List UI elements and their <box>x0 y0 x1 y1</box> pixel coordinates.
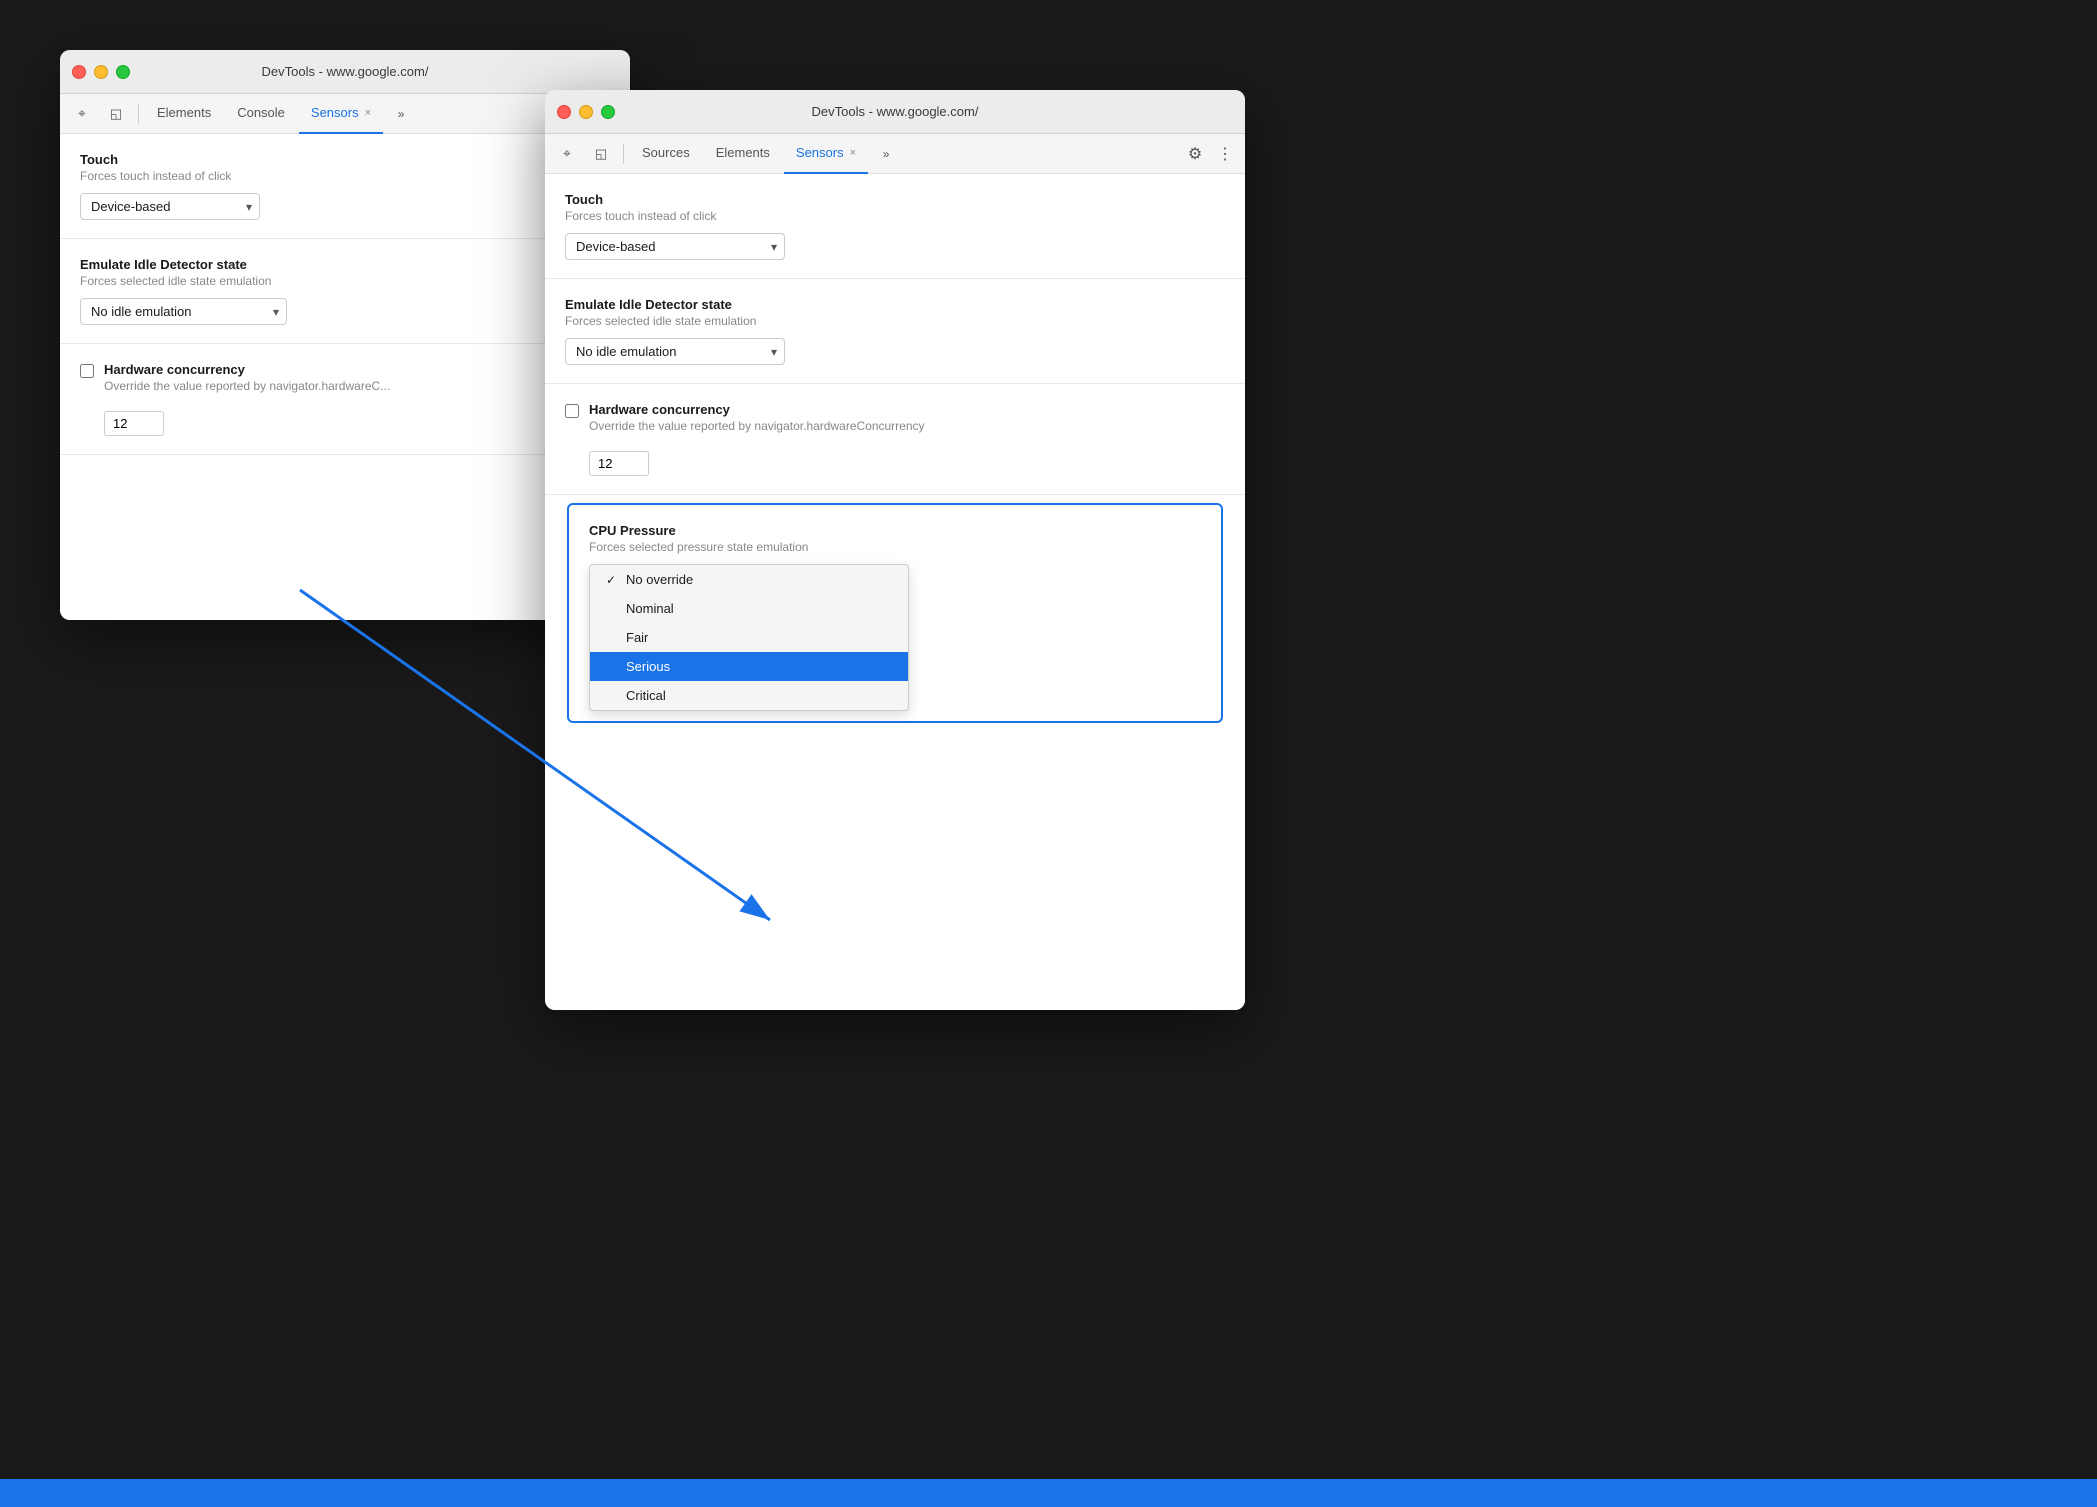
minimize-button-2[interactable] <box>579 105 593 119</box>
inspect-icon-btn-2[interactable]: ◱ <box>585 138 617 170</box>
titlebar-1: DevTools - www.google.com/ <box>60 50 630 94</box>
window-title-1: DevTools - www.google.com/ <box>262 64 429 79</box>
content-2: Touch Forces touch instead of click Devi… <box>545 174 1245 1010</box>
window-controls-1 <box>72 65 130 79</box>
check-icon-no-override: ✓ <box>606 573 618 587</box>
maximize-button-1[interactable] <box>116 65 130 79</box>
hardware-checkbox-2[interactable] <box>565 404 579 418</box>
cpu-option-no-override-label: No override <box>626 572 693 587</box>
cpu-option-nominal-label: Nominal <box>626 601 674 616</box>
touch-dropdown-wrap-1: Device-based Force enabled Force disable… <box>80 193 260 220</box>
window-controls-2 <box>557 105 615 119</box>
idle-dropdown-2[interactable]: No idle emulation User active, screen un… <box>565 338 785 365</box>
bottom-bar <box>0 1479 2097 1507</box>
cpu-pressure-label: CPU Pressure <box>589 523 1201 538</box>
hardware-label-1: Hardware concurrency <box>104 362 390 377</box>
hardware-checkbox-row-1: Hardware concurrency Override the value … <box>80 362 610 403</box>
touch-desc-2: Forces touch instead of click <box>565 209 1225 223</box>
cpu-pressure-wrapper: CPU Pressure Forces selected pressure st… <box>545 495 1245 723</box>
cpu-option-serious-label: Serious <box>626 659 670 674</box>
cpu-option-fair-label: Fair <box>626 630 648 645</box>
hardware-desc-2: Override the value reported by navigator… <box>589 419 925 433</box>
inspect-icon-1: ◱ <box>110 106 122 122</box>
close-button-1[interactable] <box>72 65 86 79</box>
tab-sensors-2[interactable]: Sensors × <box>784 134 868 174</box>
tab-elements-1[interactable]: Elements <box>145 94 223 134</box>
cpu-pressure-section: CPU Pressure Forces selected pressure st… <box>567 503 1223 723</box>
devtools-window-2: DevTools - www.google.com/ ⌖ ◱ Sources E… <box>545 90 1245 1010</box>
hardware-checkbox-row-2: Hardware concurrency Override the value … <box>565 402 1225 443</box>
close-button-2[interactable] <box>557 105 571 119</box>
idle-label-1: Emulate Idle Detector state <box>80 257 610 272</box>
hardware-desc-1: Override the value reported by navigator… <box>104 379 390 393</box>
tab-close-sensors-1[interactable]: × <box>365 107 371 119</box>
cpu-option-serious[interactable]: Serious <box>590 652 908 681</box>
titlebar-2: DevTools - www.google.com/ <box>545 90 1245 134</box>
touch-section-2: Touch Forces touch instead of click Devi… <box>545 174 1245 279</box>
inspect-icon-2: ◱ <box>595 146 607 162</box>
hardware-checkbox-1[interactable] <box>80 364 94 378</box>
idle-section-2: Emulate Idle Detector state Forces selec… <box>545 279 1245 384</box>
hardware-value-1[interactable] <box>104 411 164 436</box>
cursor-icon-btn-2[interactable]: ⌖ <box>551 138 583 170</box>
hardware-text-1: Hardware concurrency Override the value … <box>104 362 390 403</box>
hardware-section-2: Hardware concurrency Override the value … <box>545 384 1245 495</box>
idle-desc-2: Forces selected idle state emulation <box>565 314 1225 328</box>
window-title-2: DevTools - www.google.com/ <box>812 104 979 119</box>
cursor-icon-2: ⌖ <box>563 145 571 162</box>
idle-dropdown-wrap-1: No idle emulation User active, screen un… <box>80 298 287 325</box>
touch-dropdown-wrap-2: Device-based Force enabled Force disable… <box>565 233 785 260</box>
tab-close-sensors-2[interactable]: × <box>850 147 856 159</box>
tab-elements-2[interactable]: Elements <box>704 134 782 174</box>
idle-dropdown-1[interactable]: No idle emulation User active, screen un… <box>80 298 287 325</box>
tab-console-1[interactable]: Console <box>225 94 297 134</box>
inspect-icon-btn-1[interactable]: ◱ <box>100 98 132 130</box>
touch-label-2: Touch <box>565 192 1225 207</box>
more-tabs-btn-1[interactable]: » <box>385 98 417 130</box>
cpu-pressure-desc: Forces selected pressure state emulation <box>589 540 1201 554</box>
minimize-button-1[interactable] <box>94 65 108 79</box>
idle-dropdown-wrap-2: No idle emulation User active, screen un… <box>565 338 785 365</box>
cpu-option-nominal[interactable]: Nominal <box>590 594 908 623</box>
maximize-button-2[interactable] <box>601 105 615 119</box>
cpu-option-fair[interactable]: Fair <box>590 623 908 652</box>
touch-dropdown-2[interactable]: Device-based Force enabled Force disable… <box>565 233 785 260</box>
more-tabs-btn-2[interactable]: » <box>870 138 902 170</box>
touch-desc-1: Forces touch instead of click <box>80 169 610 183</box>
cpu-pressure-dropdown-menu: ✓ No override Nominal Fair Serious <box>589 564 909 711</box>
more-menu-btn-2[interactable]: ⋮ <box>1211 140 1239 168</box>
cpu-option-no-override[interactable]: ✓ No override <box>590 565 908 594</box>
cpu-option-critical[interactable]: Critical <box>590 681 908 710</box>
toolbar-divider-2 <box>623 144 624 164</box>
cursor-icon-btn-1[interactable]: ⌖ <box>66 98 98 130</box>
settings-btn-2[interactable]: ⚙ <box>1181 140 1209 168</box>
idle-desc-1: Forces selected idle state emulation <box>80 274 610 288</box>
hardware-text-2: Hardware concurrency Override the value … <box>589 402 925 443</box>
cursor-icon-1: ⌖ <box>78 105 86 122</box>
hardware-label-2: Hardware concurrency <box>589 402 925 417</box>
idle-label-2: Emulate Idle Detector state <box>565 297 1225 312</box>
hardware-value-2[interactable] <box>589 451 649 476</box>
tab-sources-2[interactable]: Sources <box>630 134 702 174</box>
touch-dropdown-1[interactable]: Device-based Force enabled Force disable… <box>80 193 260 220</box>
toolbar-divider-1 <box>138 104 139 124</box>
tab-sensors-1[interactable]: Sensors × <box>299 94 383 134</box>
touch-label-1: Touch <box>80 152 610 167</box>
toolbar-2: ⌖ ◱ Sources Elements Sensors × » ⚙ ⋮ <box>545 134 1245 174</box>
cpu-option-critical-label: Critical <box>626 688 666 703</box>
